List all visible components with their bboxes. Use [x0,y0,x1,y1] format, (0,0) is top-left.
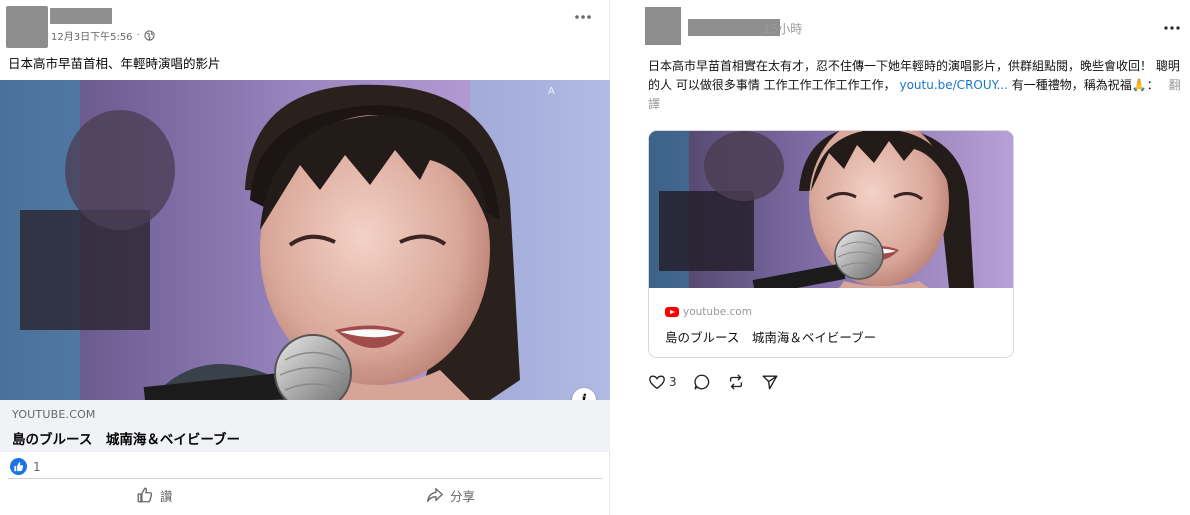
post-text-tail: ： [1146,78,1159,92]
pray-emoji: 🙏 [1131,78,1147,92]
repost-icon [729,374,742,390]
send-icon [762,375,778,390]
avatar[interactable] [645,7,681,45]
divider [8,478,602,479]
post-text: 日本高市早苗首相、年輕時演唱的影片 [8,56,221,71]
thumbs-up-icon [137,487,153,503]
share-arrow-icon [427,488,443,502]
link-title[interactable]: 島のブルース 城南海＆ベイビーブー [12,428,240,448]
like-button[interactable]: 3 [648,373,677,391]
like-count: 3 [669,375,677,389]
video-frame-image [649,131,1013,288]
link-domain: youtube.com [665,306,752,318]
more-options-icon[interactable] [574,12,592,22]
reaction-summary[interactable]: 1 [10,458,41,475]
like-button[interactable]: 讚 [136,484,173,506]
post-timestamp[interactable]: 12月3日下午5:56 [51,28,133,43]
repost-button[interactable] [727,373,745,391]
post-actions: 3 [648,373,795,391]
post-time: 15小時 [763,22,803,36]
link-domain-text: youtube.com [683,306,752,318]
facebook-post: 12月3日下午5:56 · 日本高市早苗首相、年輕時演唱的影片 A YOUTUB… [0,0,610,515]
link-preview-footer[interactable]: YOUTUBE.COM 島のブルース 城南海＆ベイビーブー [0,400,610,452]
threads-post: 15小時 日本高市早苗首相實在太有才，忍不住傳一下她年輕時的演唱影片，供群組點閱… [625,0,1190,515]
like-reaction-icon [10,458,27,475]
globe-icon [144,30,155,41]
share-button[interactable]: 分享 [426,484,475,506]
avatar[interactable] [6,6,48,48]
link-title[interactable]: 島のブルース 城南海＆ベイビーブー [665,327,876,346]
like-count: 1 [33,459,41,474]
link-preview-image [649,131,1013,288]
video-frame-image: A [0,80,610,400]
youtube-icon [665,307,679,317]
post-link[interactable]: youtu.be/CROUY... [899,78,1008,92]
link-domain: YOUTUBE.COM [12,408,96,421]
share-button[interactable] [761,373,779,391]
share-label: 分享 [450,488,476,504]
link-preview-card[interactable]: youtube.com 島のブルース 城南海＆ベイビーブー [648,130,1014,358]
video-thumbnail[interactable]: A [0,80,610,400]
author-name-redacted[interactable] [50,8,112,24]
more-options-icon[interactable] [1163,23,1181,33]
post-meta: 12月3日下午5:56 · [51,28,155,43]
comment-icon [694,374,709,390]
post-text-after: 有一種禮物，稱為祝福 [1007,78,1132,92]
heart-icon [649,375,665,389]
reply-button[interactable] [693,373,711,391]
post-text: 日本高市早苗首相實在太有才，忍不住傳一下她年輕時的演唱影片，供群組點閱，晚些會收… [648,57,1188,114]
meta-separator: · [136,30,140,41]
svg-text:A: A [548,86,555,97]
like-label: 讚 [160,488,173,504]
